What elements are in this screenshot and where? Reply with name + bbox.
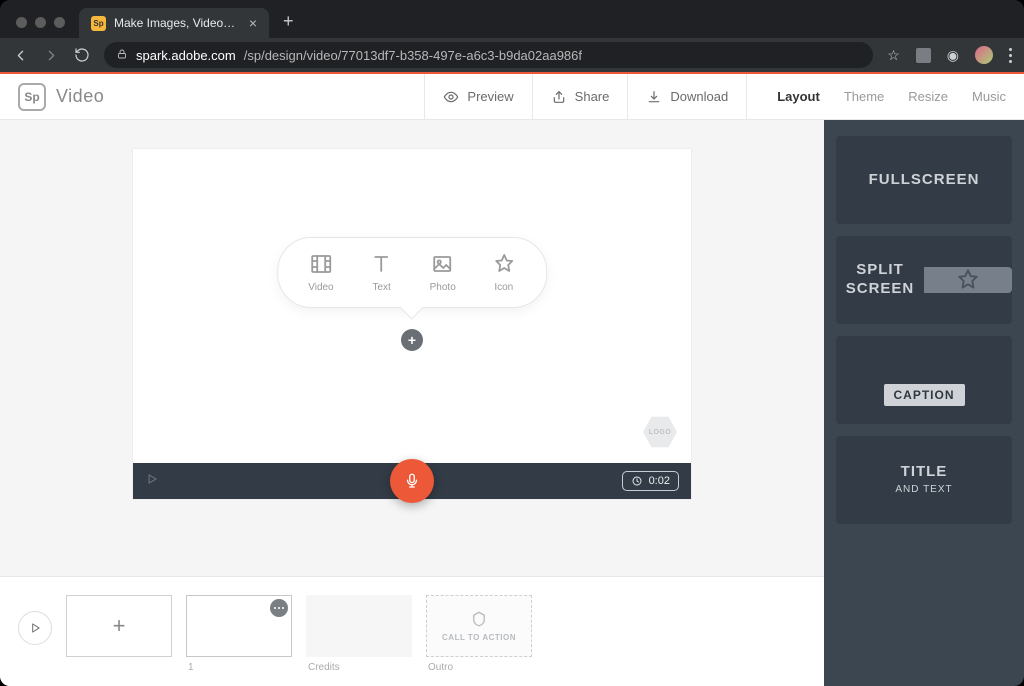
split-label-2: SCREEN	[846, 280, 915, 297]
credits-slot[interactable]: Credits	[306, 595, 412, 673]
favicon: Sp	[91, 16, 106, 31]
filmstrip: + 1 Credits CALL TO ACTION	[0, 576, 824, 686]
tab-title: Make Images, Videos and Web…	[114, 16, 241, 30]
share-button[interactable]: Share	[532, 74, 628, 119]
filmstrip-icon	[309, 252, 333, 276]
slide-1-label: 1	[186, 662, 292, 673]
share-icon	[551, 89, 567, 105]
insert-icon-label: Icon	[494, 282, 513, 293]
star-icon	[492, 252, 516, 276]
layout-split-screen[interactable]: SPLIT SCREEN	[836, 236, 1012, 324]
tab-layout[interactable]: Layout	[777, 89, 820, 104]
title-sub-label: AND TEXT	[895, 484, 952, 497]
clock-icon	[631, 475, 643, 487]
download-icon	[646, 89, 662, 105]
split-text-half: SPLIT SCREEN	[836, 261, 924, 299]
add-slide-slot[interactable]: +	[66, 595, 172, 657]
brand: Sp Video	[18, 83, 104, 111]
add-content-button[interactable]: +	[401, 329, 423, 351]
url-field[interactable]: spark.adobe.com/sp/design/video/77013df7…	[104, 42, 873, 68]
record-button[interactable]	[390, 459, 434, 503]
insert-icon[interactable]: Icon	[492, 252, 516, 293]
timeline-play-icon[interactable]	[145, 472, 159, 491]
download-button[interactable]: Download	[627, 74, 747, 119]
insert-text-label: Text	[372, 282, 390, 293]
split-image-half	[924, 267, 1012, 293]
close-icon[interactable]: ×	[249, 15, 257, 31]
spark-logo: Sp	[18, 83, 46, 111]
main-area: Video Text Photo	[0, 120, 1024, 686]
text-icon	[370, 252, 394, 276]
layout-caption[interactable]: CAPTION	[836, 336, 1012, 424]
app-header: Sp Video Preview Share Download Layout T…	[0, 74, 1024, 120]
layout-fullscreen[interactable]: FULLSCREEN	[836, 136, 1012, 224]
credits-label: Credits	[306, 662, 412, 673]
extension-icon-2[interactable]: ◉	[947, 47, 959, 64]
credits-thumb[interactable]	[306, 595, 412, 657]
cta-label: CALL TO ACTION	[442, 633, 516, 642]
slide-menu-icon[interactable]	[270, 599, 288, 617]
download-label: Download	[670, 89, 728, 104]
outro-label: Outro	[426, 662, 532, 673]
insert-video-label: Video	[308, 282, 333, 293]
stage: Video Text Photo	[132, 148, 692, 500]
profile-avatar[interactable]	[975, 46, 993, 64]
canvas-column: Video Text Photo	[0, 120, 824, 686]
star-icon[interactable]: ☆	[887, 47, 900, 64]
star-outline-icon	[955, 267, 981, 293]
play-all-button[interactable]	[18, 611, 52, 645]
browser-actions: ☆ ◉	[887, 46, 1012, 64]
insert-photo-label: Photo	[430, 282, 456, 293]
slide-thumb-1[interactable]	[186, 595, 292, 657]
add-slide-button[interactable]: +	[66, 595, 172, 657]
mini-timeline: 0:02	[133, 463, 691, 499]
title-label: TITLE	[901, 463, 948, 480]
slide-slot-1[interactable]: 1	[186, 595, 292, 673]
reload-icon[interactable]	[74, 47, 90, 63]
browser-chrome: Sp Make Images, Videos and Web… × + spar…	[0, 0, 1024, 72]
tab-music[interactable]: Music	[972, 89, 1006, 104]
back-icon[interactable]	[12, 47, 29, 64]
window-controls[interactable]	[16, 17, 65, 28]
split-label-1: SPLIT	[856, 261, 904, 278]
browser-tab[interactable]: Sp Make Images, Videos and Web… ×	[79, 8, 269, 38]
tab-theme[interactable]: Theme	[844, 89, 884, 104]
logo-placeholder[interactable]: LOGO	[643, 415, 677, 449]
tab-strip: Sp Make Images, Videos and Web… × +	[0, 0, 1024, 38]
new-tab-button[interactable]: +	[269, 11, 308, 38]
duration-value: 0:02	[649, 475, 670, 487]
insert-photo[interactable]: Photo	[430, 252, 456, 293]
microphone-icon	[403, 472, 421, 490]
insert-popover: Video Text Photo	[277, 237, 547, 308]
header-actions: Preview Share Download	[424, 74, 747, 119]
product-name: Video	[56, 86, 104, 107]
lock-icon	[116, 48, 128, 63]
outro-thumb[interactable]: CALL TO ACTION	[426, 595, 532, 657]
layout-title-text[interactable]: TITLE AND TEXT	[836, 436, 1012, 524]
url-path: /sp/design/video/77013df7-b358-497e-a6c3…	[244, 48, 582, 63]
editor-tabs: Layout Theme Resize Music	[777, 89, 1006, 104]
url-host: spark.adobe.com	[136, 48, 236, 63]
layout-panel: FULLSCREEN SPLIT SCREEN CAPTION TITLE AND…	[824, 120, 1024, 686]
address-bar: spark.adobe.com/sp/design/video/77013df7…	[0, 38, 1024, 72]
forward-icon[interactable]	[43, 47, 60, 64]
extension-icon[interactable]	[916, 48, 931, 63]
insert-text[interactable]: Text	[370, 252, 394, 293]
stage-wrap: Video Text Photo	[0, 120, 824, 576]
stage-body[interactable]: Video Text Photo	[133, 149, 691, 463]
badge-icon	[470, 610, 488, 628]
preview-button[interactable]: Preview	[424, 74, 531, 119]
share-label: Share	[575, 89, 610, 104]
insert-video[interactable]: Video	[308, 252, 333, 293]
layout-fullscreen-label: FULLSCREEN	[869, 171, 980, 190]
preview-label: Preview	[467, 89, 513, 104]
layout-caption-label: CAPTION	[884, 384, 965, 406]
duration-pill[interactable]: 0:02	[622, 471, 679, 491]
eye-icon	[443, 89, 459, 105]
image-icon	[431, 252, 455, 276]
kebab-icon[interactable]	[1009, 48, 1012, 63]
tab-resize[interactable]: Resize	[908, 89, 948, 104]
browser-window: Sp Make Images, Videos and Web… × + spar…	[0, 0, 1024, 686]
outro-slot[interactable]: CALL TO ACTION Outro	[426, 595, 532, 673]
